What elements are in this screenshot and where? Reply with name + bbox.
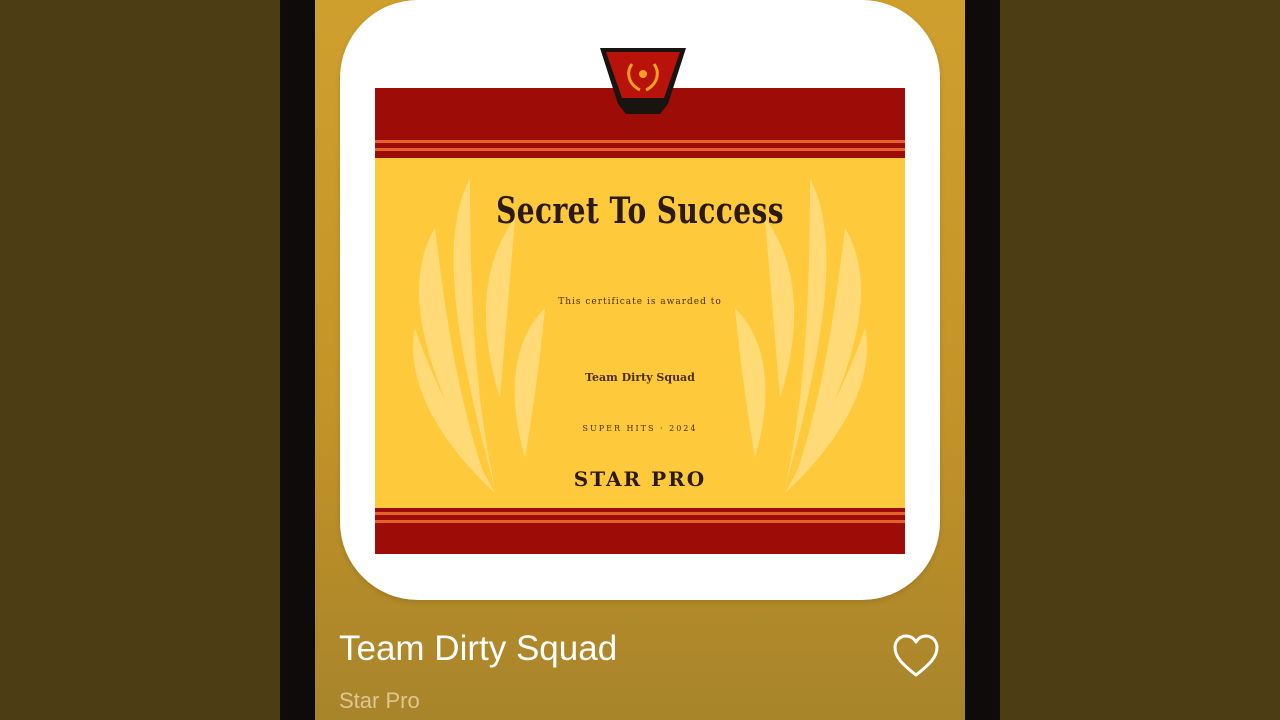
artist-name[interactable]: Star Pro [339, 688, 420, 714]
laurel-emblem-icon [600, 48, 686, 114]
certificate-recipient: Team Dirty Squad [585, 371, 695, 384]
certificate-title: Secret To Success [496, 190, 784, 232]
certificate-awarded-text: This certificate is awarded to [558, 297, 722, 307]
like-button[interactable] [892, 633, 940, 679]
certificate-date-line: SUPER HITS · 2024 [582, 424, 698, 433]
now-playing-screen: Secret To Success This certificate is aw… [315, 0, 965, 720]
album-artwork: Secret To Success This certificate is aw… [340, 0, 940, 600]
heart-outline-icon [893, 634, 939, 677]
track-title: Team Dirty Squad [339, 629, 618, 668]
certificate-bottom-band [375, 508, 905, 554]
certificate-signer: STAR PRO [573, 467, 707, 491]
